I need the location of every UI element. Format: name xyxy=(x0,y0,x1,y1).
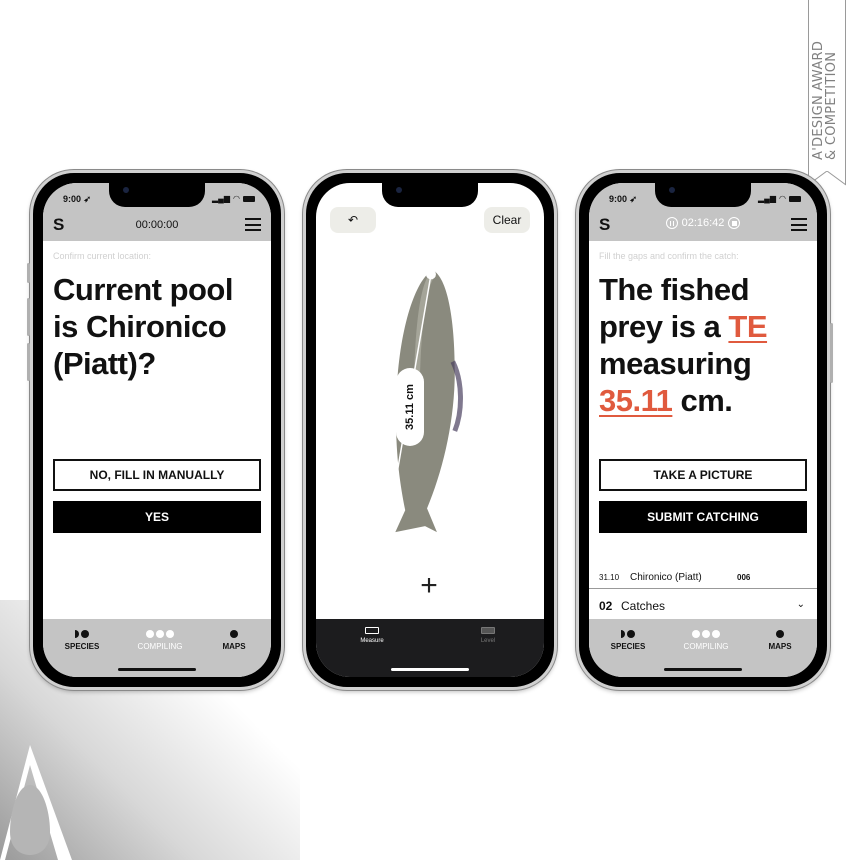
award-text: A'DESIGN AWARD & COMPETITION xyxy=(811,10,844,160)
length-field[interactable]: 35.11 xyxy=(599,383,673,418)
take-picture-button[interactable]: TAKE A PICTURE xyxy=(599,459,807,491)
tab-measure[interactable]: Measure xyxy=(342,627,402,644)
menu-icon[interactable] xyxy=(245,218,261,231)
phone-confirm-catch: 9:00 ➶ ▂▄▆ ◠ S 02:16:42 Fill the gaps an… xyxy=(576,170,833,690)
camera-screen: ↶ Clear 35.11 cm + Measure Level xyxy=(316,183,544,677)
measure-end-handle[interactable] xyxy=(383,526,392,535)
tab-maps[interactable]: MAPS xyxy=(199,629,269,651)
tab-level[interactable]: Level xyxy=(458,627,518,644)
side-button xyxy=(27,263,30,283)
undo-button[interactable]: ↶ xyxy=(330,207,376,233)
submit-catching-button[interactable]: SUBMIT CATCHING xyxy=(599,501,807,533)
prompt-text: Confirm current location: xyxy=(53,251,152,261)
plus-icon: + xyxy=(420,569,438,602)
tab-bar: SPECIES COMPILING MAPS xyxy=(43,619,271,677)
side-button xyxy=(27,298,30,336)
measurement-label: 35.11 cm xyxy=(396,368,424,446)
catches-accordion[interactable]: 02 Catches ⌄ xyxy=(589,589,817,622)
session-timer: 00:00:00 xyxy=(135,219,179,231)
front-camera-icon xyxy=(669,187,675,193)
chevron-down-icon: ⌄ xyxy=(796,599,805,610)
location-arrow-icon: ➶ xyxy=(83,194,92,204)
side-button xyxy=(830,323,833,383)
stop-icon[interactable] xyxy=(728,217,741,229)
catch-list-item[interactable]: 31.10 Chironico (Piatt) 006 xyxy=(589,569,817,589)
measure-start-handle[interactable] xyxy=(426,269,436,280)
home-indicator[interactable] xyxy=(391,668,469,671)
location-arrow-icon: ➶ xyxy=(629,194,638,204)
front-camera-icon xyxy=(123,187,129,193)
maps-icon xyxy=(199,629,269,639)
screen: 9:00 ➶ ▂▄▆ ◠ S 02:16:42 Fill the gaps an… xyxy=(589,183,817,677)
pause-icon[interactable] xyxy=(665,217,678,229)
status-time: 9:00 ➶ xyxy=(609,194,638,204)
species-icon xyxy=(593,629,663,639)
tab-species[interactable]: SPECIES xyxy=(593,629,663,651)
prompt-text: Fill the gaps and confirm the catch: xyxy=(599,251,739,261)
menu-icon[interactable] xyxy=(791,218,807,231)
battery-icon xyxy=(243,195,255,202)
home-indicator[interactable] xyxy=(664,668,742,671)
session-timer: 02:16:42 xyxy=(589,217,817,229)
wifi-icon: ◠ xyxy=(233,194,240,203)
battery-icon xyxy=(789,195,801,202)
status-icons: ▂▄▆ ◠ xyxy=(758,194,801,203)
status-icons: ▂▄▆ ◠ xyxy=(212,194,255,203)
measure-tab-bar: Measure Level xyxy=(316,619,544,677)
home-indicator[interactable] xyxy=(118,668,196,671)
fill-manually-button[interactable]: NO, FILL IN MANUALLY xyxy=(53,459,261,491)
tab-maps[interactable]: MAPS xyxy=(745,629,815,651)
add-point-button[interactable]: + xyxy=(406,563,452,609)
notch xyxy=(109,183,205,207)
headline: Current pool is Chironico (Piatt)? xyxy=(53,272,234,381)
phone-confirm-location: 9:00 ➶ ▂▄▆ ◠ S 00:00:00 Confirm current … xyxy=(27,170,284,690)
tab-compiling[interactable]: COMPILING xyxy=(671,629,741,651)
signal-icon: ▂▄▆ xyxy=(212,194,231,203)
screen: 9:00 ➶ ▂▄▆ ◠ S 00:00:00 Confirm current … xyxy=(43,183,271,677)
phone-measure: ↶ Clear 35.11 cm + Measure Level xyxy=(303,170,557,690)
a-design-logo-icon xyxy=(0,745,72,860)
side-button xyxy=(27,343,30,381)
tab-species[interactable]: SPECIES xyxy=(47,629,117,651)
notch xyxy=(655,183,751,207)
wifi-icon: ◠ xyxy=(779,194,786,203)
notch xyxy=(382,183,478,207)
status-time: 9:00 ➶ xyxy=(63,194,92,204)
headline: The fished prey is a TE measuring 35.11 … xyxy=(599,272,768,418)
ruler-icon xyxy=(365,627,379,634)
species-field[interactable]: TE xyxy=(728,309,767,344)
timer-value: 02:16:42 xyxy=(681,217,725,229)
tab-compiling[interactable]: COMPILING xyxy=(125,629,195,651)
tab-bar: SPECIES COMPILING MAPS xyxy=(589,619,817,677)
level-icon xyxy=(481,627,495,634)
award-line-2: & COMPETITION xyxy=(824,51,839,160)
maps-icon xyxy=(745,629,815,639)
capture-button[interactable] xyxy=(494,567,528,601)
undo-arrow-icon: ↶ xyxy=(347,213,359,227)
signal-icon: ▂▄▆ xyxy=(758,194,777,203)
species-icon xyxy=(47,629,117,639)
compiling-icon xyxy=(671,629,741,639)
yes-button[interactable]: YES xyxy=(53,501,261,533)
compiling-icon xyxy=(125,629,195,639)
front-camera-icon xyxy=(396,187,402,193)
clear-button[interactable]: Clear xyxy=(484,207,530,233)
